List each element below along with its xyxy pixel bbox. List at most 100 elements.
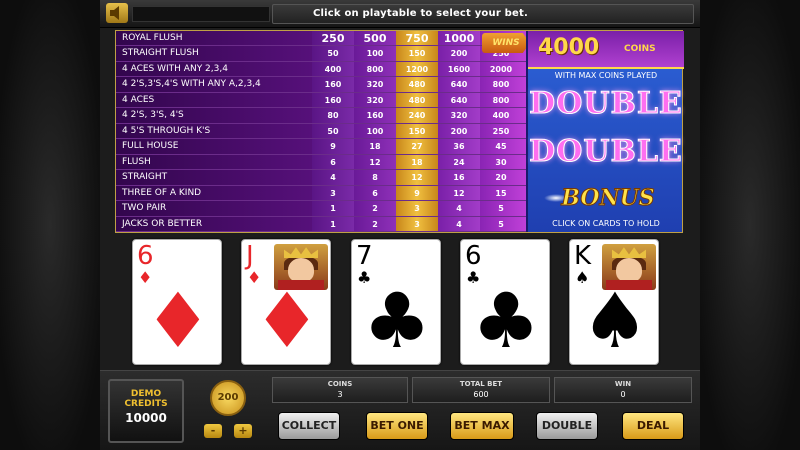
- paytable-payout: 400: [492, 111, 510, 121]
- paytable-payout: 250: [321, 32, 345, 45]
- paytable-payout: 27: [411, 142, 423, 152]
- card-suit-icon: ♣: [471, 276, 541, 365]
- playing-card-3[interactable]: 7 ♣ ♣: [351, 239, 441, 365]
- paytable-row: 4 2'S, 3'S, 4'S 80 160 240 320 400: [116, 108, 526, 124]
- collect-button[interactable]: COLLECT: [278, 412, 340, 440]
- paytable-payout: 30: [495, 157, 507, 167]
- paytable-hand-name: 4 5'S THROUGH K'S: [122, 125, 211, 136]
- paytable-hand-name: 4 ACES: [122, 94, 155, 105]
- paytable-hand-name: JACKS OR BETTER: [122, 218, 203, 229]
- bet-max-button[interactable]: BET MAX: [450, 412, 514, 440]
- paytable-row: 4 2'S,3'S,4'S WITH ANY A,2,3,4 160 320 480 6…: [116, 77, 526, 93]
- paytable-payout: 320: [366, 80, 384, 90]
- hold-hint: CLICK ON CARDS TO HOLD: [552, 219, 660, 228]
- win-value: 0: [620, 390, 626, 399]
- coin-denomination[interactable]: 200: [210, 380, 246, 416]
- coins-value: 3: [337, 390, 343, 399]
- max-coins-value: 4000: [538, 35, 600, 60]
- paytable-payout: 12: [411, 173, 423, 183]
- win-label: WIN: [614, 380, 632, 388]
- playing-card-5[interactable]: K ♠ ♠: [569, 239, 659, 365]
- paytable-payout: 150: [408, 126, 426, 136]
- bet-one-button[interactable]: BET ONE: [366, 412, 428, 440]
- max-coins-text: WITH MAX COINS PLAYED: [554, 71, 658, 80]
- paytable-row: JACKS OR BETTER 1 2 3 4 5: [116, 217, 526, 232]
- paytable-payout: 480: [408, 95, 426, 105]
- max-coins-banner: 4000 COINS: [528, 31, 684, 69]
- card-suit-icon: ♦: [143, 276, 213, 365]
- paytable-payout: 45: [495, 142, 507, 152]
- paytable-row: ROYAL FLUSH 250 500 750 1000: [116, 31, 526, 47]
- paytable-payout: 18: [369, 142, 381, 152]
- paytable-payout: 1200: [405, 64, 429, 74]
- paytable-payout: 2: [372, 219, 378, 229]
- double-button[interactable]: DOUBLE: [536, 412, 598, 440]
- paytable-payout: 1000: [443, 32, 475, 45]
- game-stage: Click on playtable to select your bet. R…: [0, 0, 800, 450]
- paytable-payout: 160: [324, 95, 342, 105]
- paytable[interactable]: ROYAL FLUSH 250 500 750 1000 STRAIGHT FLUSH 50…: [115, 30, 684, 233]
- paytable-payout: 6: [330, 157, 336, 167]
- paytable-row: FLUSH 6 12 18 24 30: [116, 155, 526, 171]
- game-title-line3: BONUS: [561, 185, 655, 212]
- playing-card-2[interactable]: J ♦ ♦: [241, 239, 331, 365]
- paytable-payout: 50: [327, 49, 339, 59]
- paytable-payout: 240: [408, 111, 426, 121]
- card-suit-icon: ♣: [362, 276, 432, 365]
- card-rank: 7: [356, 241, 373, 271]
- paytable-payout: 16: [453, 173, 465, 183]
- paytable-row: THREE OF A KIND 3 6 9 12 15: [116, 186, 526, 202]
- paytable-payout: 3: [414, 219, 420, 229]
- total-bet-display: TOTAL BET 600: [412, 377, 550, 403]
- sound-button[interactable]: [106, 3, 128, 23]
- paytable-payout: 20: [495, 173, 507, 183]
- game-title-line1: DOUBLE: [529, 86, 683, 121]
- paytable-payout: 800: [366, 64, 384, 74]
- paytable-payout: 9: [414, 188, 420, 198]
- card-suit-icon: ♦: [252, 276, 322, 365]
- paytable-payout: 320: [450, 111, 468, 121]
- total-bet-value: 600: [473, 390, 489, 399]
- paytable-payout: 160: [366, 111, 384, 121]
- paytable-payout: 200: [450, 126, 468, 136]
- paytable-payout: 36: [453, 142, 465, 152]
- paytable-payout: 2000: [489, 64, 513, 74]
- playing-card-1[interactable]: 6 ♦ ♦: [132, 239, 222, 365]
- paytable-payout: 3: [414, 204, 420, 214]
- right-backdrop: [700, 0, 800, 450]
- paytable-payout: 3: [330, 188, 336, 198]
- deal-button[interactable]: DEAL: [622, 412, 684, 440]
- paytable-row: STRAIGHT FLUSH 50 100 150 200 250: [116, 46, 526, 62]
- speaker-icon: [110, 6, 119, 20]
- increase-coin-button[interactable]: +: [234, 424, 252, 438]
- coins-display: COINS 3: [272, 377, 408, 403]
- paytable-payout: 100: [366, 49, 384, 59]
- paytable-payout: 12: [369, 157, 381, 167]
- credits-display: DEMO CREDITS 10000: [108, 379, 184, 443]
- paytable-hand-name: FULL HOUSE: [122, 141, 179, 152]
- paytable-payout: 640: [450, 95, 468, 105]
- game-title-line2: DOUBLE: [529, 134, 683, 169]
- paytable-hand-name: TWO PAIR: [122, 203, 167, 214]
- paytable-payout: 15: [495, 188, 507, 198]
- progress-track: [132, 6, 270, 22]
- paytable-payout: 6: [372, 188, 378, 198]
- paytable-payout: 1: [330, 204, 336, 214]
- paytable-payout: 200: [450, 49, 468, 59]
- coins-label: COINS: [327, 380, 353, 388]
- paytable-payout: 800: [492, 95, 510, 105]
- paytable-payout: 4: [330, 173, 336, 183]
- paytable-hand-name: THREE OF A KIND: [122, 187, 202, 198]
- decrease-coin-button[interactable]: -: [204, 424, 222, 438]
- paytable-hand-name: 4 ACES WITH ANY 2,3,4: [122, 63, 228, 74]
- paytable-payout: 80: [327, 111, 339, 121]
- paytable-hand-name: FLUSH: [122, 156, 151, 167]
- paytable-hand-name: STRAIGHT FLUSH: [122, 48, 199, 59]
- paytable-row: 4 ACES WITH ANY 2,3,4 400 800 1200 1600 2000: [116, 62, 526, 78]
- top-bar: Click on playtable to select your bet.: [100, 0, 700, 28]
- credits-value: 10000: [125, 411, 167, 425]
- paytable-payout: 250: [492, 126, 510, 136]
- paytable-row: FULL HOUSE 9 18 27 36 45: [116, 139, 526, 155]
- control-panel: DEMO CREDITS 10000 200 - + COINS 3 TOTAL…: [100, 370, 700, 450]
- playing-card-4[interactable]: 6 ♣ ♣: [460, 239, 550, 365]
